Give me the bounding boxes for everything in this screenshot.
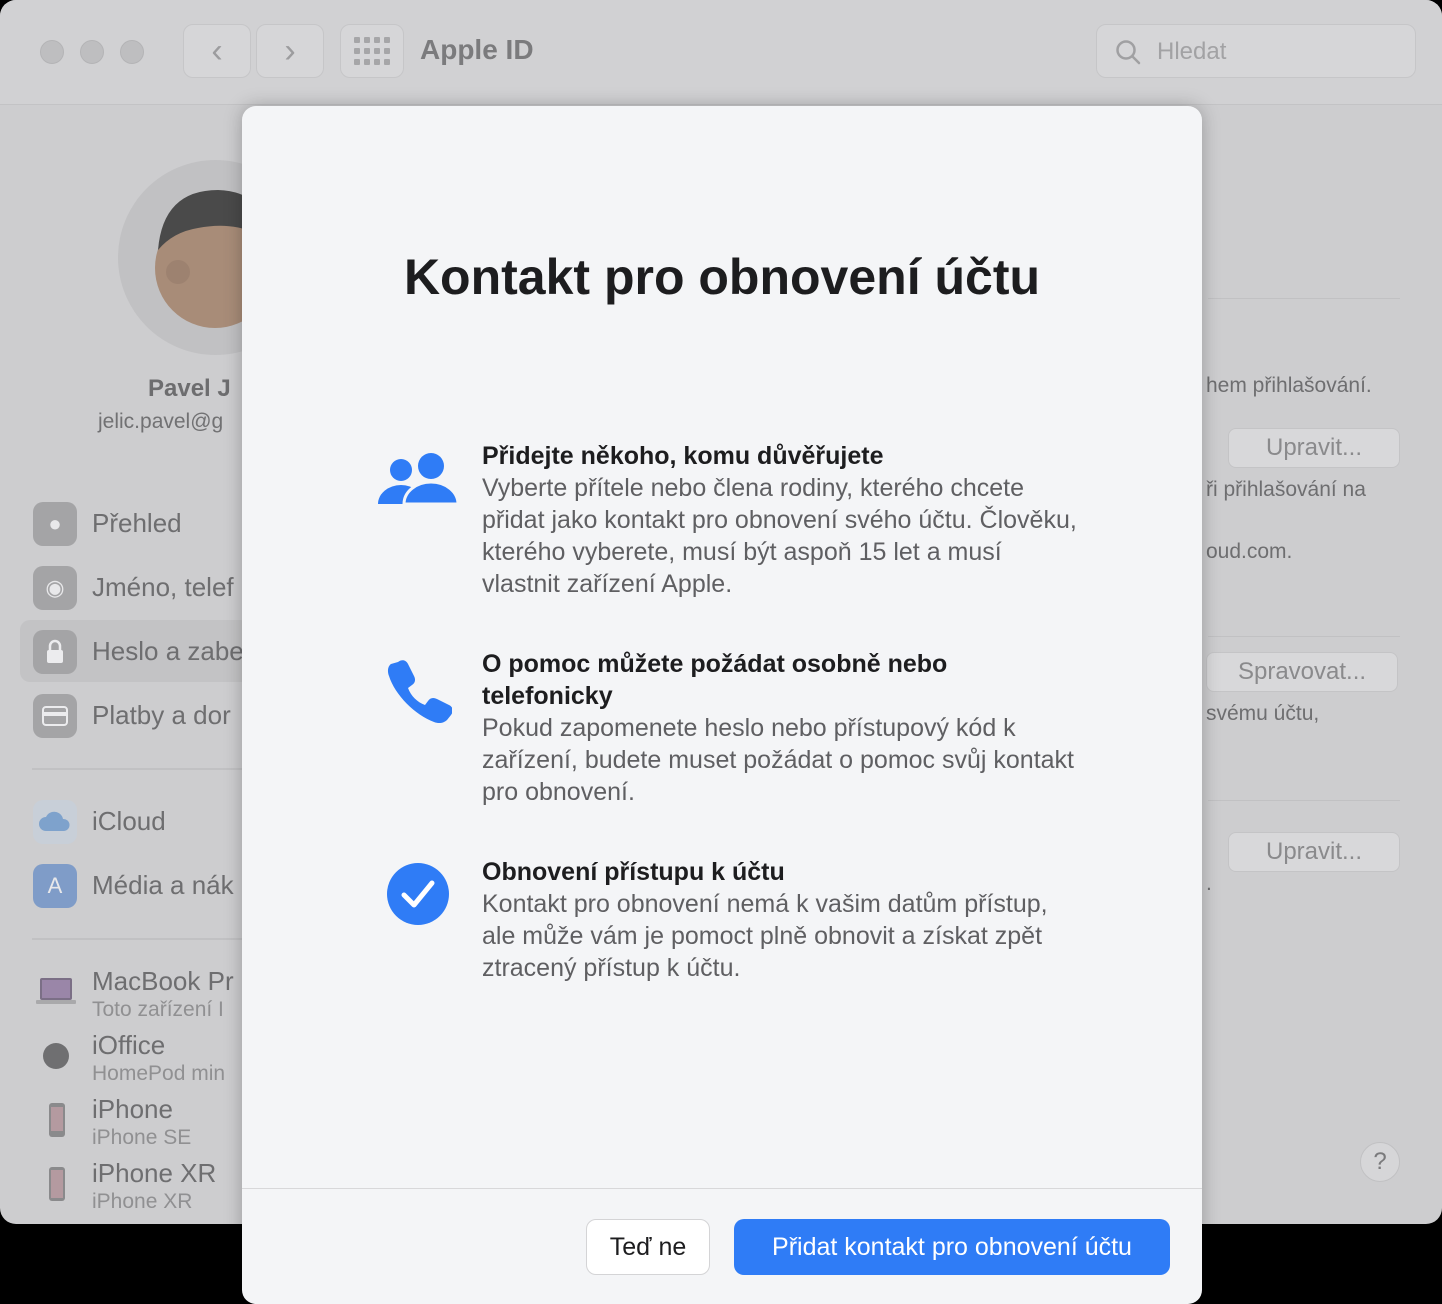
chevron-right-icon: ›: [284, 31, 296, 70]
not-now-button[interactable]: Teď ne: [586, 1219, 710, 1275]
feature-body: Pokud zapomenete heslo nebo přístupový k…: [482, 714, 1075, 806]
section-divider: [1208, 636, 1400, 637]
minimize-window-button[interactable]: [80, 40, 104, 64]
phone-icon: [387, 660, 452, 724]
sidebar-item-label: Přehled: [92, 508, 182, 538]
people-icon: [378, 453, 460, 506]
feature-body: Vyberte přítele nebo člena rodiny, které…: [482, 474, 1077, 598]
sidebar-item-heslo[interactable]: Heslo a zabe: [20, 620, 250, 682]
device-item[interactable]: iOffice HomePod min: [20, 1028, 250, 1090]
sidebar-item-label: Platby a dor: [92, 700, 231, 730]
sidebar-item-label: Média a nák: [92, 870, 234, 900]
help-button[interactable]: ?: [1360, 1142, 1400, 1182]
search-icon: [1116, 40, 1141, 65]
macbook-icon: [36, 978, 76, 1004]
iphone-icon: [49, 1103, 65, 1137]
apple-icon: ●: [33, 502, 77, 546]
section-divider: [1208, 800, 1400, 801]
device-name: iOffice: [92, 1030, 166, 1060]
feature-body: Kontakt pro obnovení nemá k vašim datům …: [482, 890, 1048, 982]
sheet-footer-divider: [242, 1188, 1202, 1189]
edit-button[interactable]: Upravit...: [1228, 428, 1400, 468]
device-item[interactable]: iPhone iPhone SE: [20, 1092, 250, 1154]
device-type: iPhone SE: [92, 1126, 192, 1149]
manage-button[interactable]: Spravovat...: [1206, 652, 1398, 692]
chevron-left-icon: ‹: [211, 31, 223, 70]
section-divider: [1208, 298, 1400, 299]
window-title: Apple ID: [420, 34, 534, 65]
info-text: ři přihlašování na: [1206, 478, 1366, 501]
sidebar-divider: [32, 938, 242, 940]
info-text: oud.com.: [1206, 540, 1293, 563]
info-text: hem přihlašování.: [1206, 374, 1372, 397]
sidebar-item-prehled[interactable]: ● Přehled: [20, 492, 250, 554]
show-all-button[interactable]: [340, 24, 404, 78]
device-name: iPhone: [92, 1094, 173, 1124]
sidebar-divider: [32, 768, 242, 770]
info-text: .: [1206, 872, 1212, 895]
device-item[interactable]: iPhone XR iPhone XR: [20, 1156, 250, 1218]
homepod-icon: [43, 1043, 69, 1069]
feature-title: O pomoc můžete požádat osobně nebo telef…: [482, 650, 948, 710]
zoom-window-button[interactable]: [120, 40, 144, 64]
recovery-contact-sheet: Kontakt pro obnovení účtu Přidejte někoh…: [242, 106, 1202, 1304]
feature-title: Obnovení přístupu k účtu: [482, 858, 785, 886]
forward-button[interactable]: ›: [256, 24, 324, 78]
grid-icon: [354, 37, 390, 65]
sidebar-item-label: Jméno, telef: [92, 572, 234, 602]
iphone-icon: [49, 1167, 65, 1201]
sidebar-item-jmeno[interactable]: ◉ Jméno, telef: [20, 556, 250, 618]
lock-icon: [33, 630, 77, 674]
user-email: jelic.pavel@g: [98, 410, 224, 433]
checkmark-circle-icon: [387, 863, 449, 925]
search-placeholder: Hledat: [1157, 38, 1227, 65]
device-name: MacBook Pr: [92, 966, 234, 996]
add-recovery-contact-button[interactable]: Přidat kontakt pro obnovení účtu: [734, 1219, 1170, 1275]
search-field[interactable]: Hledat: [1096, 24, 1416, 78]
device-type: iPhone XR: [92, 1190, 193, 1213]
user-name: Pavel J: [148, 375, 231, 402]
sidebar-item-platby[interactable]: Platby a dor: [20, 684, 250, 746]
device-type: HomePod min: [92, 1062, 226, 1085]
sheet-title: Kontakt pro obnovení účtu: [403, 249, 1041, 305]
info-text: svému účtu,: [1206, 702, 1320, 725]
edit-button[interactable]: Upravit...: [1228, 832, 1400, 872]
feature-title: Přidejte někoho, komu důvěřujete: [482, 442, 884, 470]
device-item[interactable]: MacBook Pr Toto zařízení I: [20, 964, 250, 1026]
device-type: Toto zařízení I: [92, 998, 224, 1021]
appstore-icon: A: [33, 864, 77, 908]
person-icon: ◉: [33, 566, 77, 610]
titlebar: ‹ › Apple ID Hledat: [0, 0, 1442, 105]
sidebar-item-label: Heslo a zabe: [92, 636, 244, 666]
sidebar-item-icloud[interactable]: iCloud: [20, 790, 250, 852]
close-window-button[interactable]: [40, 40, 64, 64]
back-button[interactable]: ‹: [183, 24, 251, 78]
sidebar-item-media[interactable]: A Média a nák: [20, 854, 250, 916]
cloud-icon: [33, 800, 77, 844]
device-name: iPhone XR: [92, 1158, 217, 1188]
sidebar-item-label: iCloud: [92, 806, 166, 836]
card-icon: [33, 694, 77, 738]
